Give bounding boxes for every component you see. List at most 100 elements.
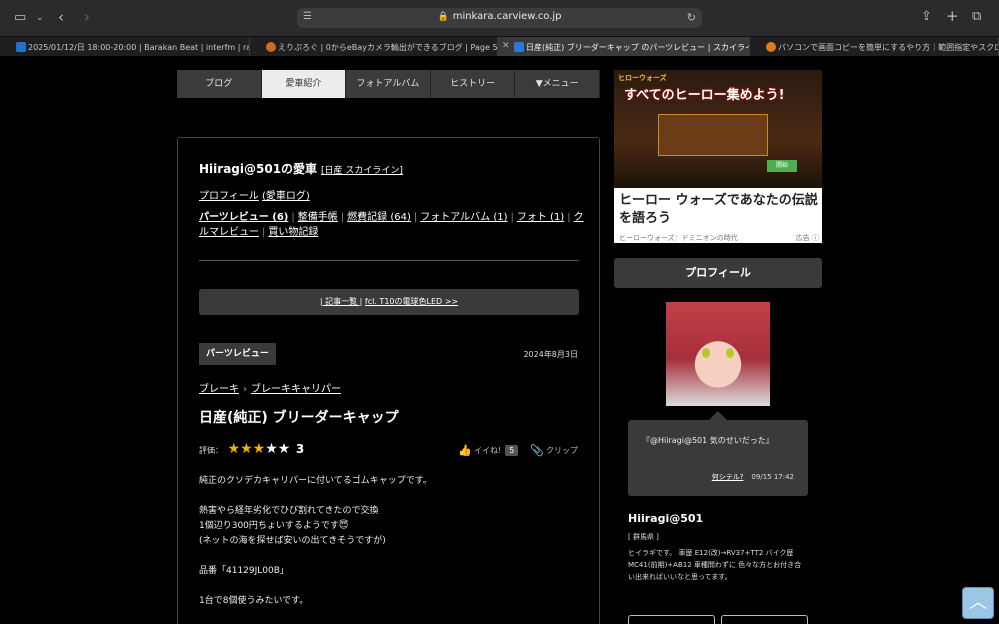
nav-photo-album[interactable]: フォトアルバム — [346, 70, 431, 98]
chevron-up-icon: ︿ — [969, 592, 987, 613]
user-bio: ヒイラギです。 車歴 E12(改)→RV37+TT2 バイク歴 MC41(前期)… — [628, 549, 802, 581]
status-bubble: 『@Hiiragi@501 気のせいだった』 何シテル? 09/15 17:42 — [628, 420, 808, 496]
rating-score: 3 — [295, 442, 305, 456]
favicon-icon — [514, 42, 524, 52]
sub-links: パーツレビュー (6) | 整備手帳 | 燃費記録 (64) | フォトアルバム (1) | フ… — [199, 212, 584, 238]
article-list-link[interactable]: | 記事一覧 | — [320, 297, 362, 306]
user-name[interactable]: Hiiragi@501 — [628, 512, 703, 525]
star-empty-icon: ★ — [265, 441, 278, 457]
article-date: 2024年8月3日 — [523, 350, 578, 359]
photo-album-link[interactable]: フォトアルバム (1) — [420, 212, 507, 223]
new-tab-icon[interactable]: + — [946, 9, 959, 24]
rating-label: 評価： — [199, 446, 223, 455]
ad-title[interactable]: ヒーロー ウォーズであなたの伝説を語ろう — [619, 192, 819, 228]
reload-icon[interactable]: ↻ — [687, 11, 696, 24]
fuel-log-link[interactable]: 燃費記録 (64) — [347, 212, 411, 223]
sidebar-toggle-icon[interactable]: ▭ — [14, 11, 26, 25]
like-count: 5 — [505, 445, 519, 456]
breadcrumb: ブレーキ › ブレーキキャリパー — [199, 380, 341, 395]
nav-menu[interactable]: ▼メニュー — [515, 70, 600, 98]
address-bar[interactable]: ☰ 🔒 minkara.carview.co.jp ↻ — [297, 8, 702, 28]
back-icon[interactable]: ‹ — [58, 10, 64, 25]
tab-label: 2025/01/12/日 18:00-20:00 | Barakan Beat … — [28, 43, 250, 52]
avatar-eye — [702, 348, 710, 358]
tab-overview-icon[interactable]: ⧉ — [972, 10, 981, 24]
status-text: 『@Hiiragi@501 気のせいだった』 — [642, 436, 774, 445]
avatar[interactable] — [666, 302, 770, 406]
site-nav: ブログ 愛車紹介 フォトアルバム ヒストリー ▼メニュー — [177, 70, 600, 98]
tab-minkara[interactable]: ✕ 日産(純正) ブリーダーキャップ のパーツレビュー | スカイライン(Hi.… — [498, 37, 750, 57]
body-line: 熱害やら経年劣化でひび割れてきたので交換 — [199, 506, 379, 516]
star-filled-icon: ★ — [240, 441, 253, 457]
breadcrumb-caliper[interactable]: ブレーキキャリパー — [251, 384, 341, 395]
follow-button[interactable] — [628, 615, 715, 624]
star-filled-icon: ★ — [252, 441, 266, 457]
profile-link[interactable]: プロフィール — [199, 191, 259, 202]
star-filled-icon: ★ — [227, 441, 241, 457]
favicon-icon — [16, 42, 26, 52]
ad-label[interactable]: 広告 ⓘ — [796, 233, 819, 243]
close-icon[interactable]: ✕ — [502, 41, 510, 51]
main-content: Hiiragi@501の愛車 [日産 スカイライン] プロフィール (愛車ログ) … — [177, 137, 600, 624]
body-line — [199, 579, 584, 594]
body-line: 1台で8個使うみたいです。 — [199, 596, 309, 606]
like-icon[interactable]: 👍 — [458, 444, 472, 457]
body-line: (ネットの海を探せば安いの出てきそうですが) — [199, 536, 386, 546]
favicon-icon — [266, 42, 276, 52]
article-title: 日産(純正) ブリーダーキャップ — [199, 410, 399, 426]
article-actions: 👍 イイね! 5 📎 クリップ — [458, 444, 578, 457]
article-body: 純正のクソデカキャリパーに付いてるゴムキャップです。 熱害やら経年劣化でひび割れ… — [199, 474, 584, 609]
category-badge: パーツレビュー — [199, 343, 276, 365]
message-button[interactable] — [721, 615, 808, 624]
owner-title: Hiiragi@501の愛車 — [199, 162, 318, 176]
rating-stars: ★★★★★ — [228, 441, 291, 457]
tab-eriblog[interactable]: えりぷろぐ | 0からeBayカメラ輸出ができるブログ | Page 5 of … — [250, 37, 498, 57]
body-line — [199, 489, 584, 504]
status-meta: 何シテル? 09/15 17:42 — [712, 472, 794, 482]
shopping-log-link[interactable]: 買い物記録 — [268, 227, 318, 238]
body-line — [199, 549, 584, 564]
tab-screen-copy[interactable]: パソコンで画面コピーを簡単にするやり方｜範囲指定やスクロール... — [750, 37, 999, 57]
ad-game-board — [658, 114, 768, 156]
user-prefecture[interactable]: [ 群馬県 ] — [628, 532, 659, 542]
nav-car[interactable]: 愛車紹介 — [261, 70, 347, 98]
tab-radiko[interactable]: 2025/01/12/日 18:00-20:00 | Barakan Beat … — [0, 37, 250, 57]
parts-review-link[interactable]: パーツレビュー (6) — [199, 212, 288, 223]
photo-link[interactable]: フォト (1) — [517, 212, 564, 223]
chevron-down-icon[interactable]: ⌄ — [36, 11, 44, 25]
ad-headline: すべてのヒーロー集めよう! — [624, 88, 785, 103]
bubble-pointer — [709, 411, 727, 420]
next-article-link[interactable]: fcl. T10の電球色LED >> — [365, 297, 458, 306]
clip-icon[interactable]: 📎 — [530, 444, 544, 457]
status-time: 09/15 17:42 — [751, 473, 794, 481]
nav-history[interactable]: ヒストリー — [430, 70, 516, 98]
divider — [199, 260, 579, 261]
maintenance-link[interactable]: 整備手帳 — [298, 212, 338, 223]
body-line: 品番「41129JL00B」 — [199, 566, 289, 576]
profile-links: プロフィール (愛車ログ) — [199, 187, 310, 202]
share-icon[interactable]: ⇪ — [921, 10, 932, 24]
tab-bar: 2025/01/12/日 18:00-20:00 | Barakan Beat … — [0, 36, 999, 57]
ad-banner[interactable]: ヒローウォーズ すべてのヒーロー集めよう! 開始 ヒーロー ウォーズであなたの伝… — [614, 70, 822, 243]
favicon-icon — [766, 42, 776, 52]
status-link[interactable]: 何シテル? — [712, 473, 744, 481]
tab-label: えりぷろぐ | 0からeBayカメラ輸出ができるブログ | Page 5 of … — [278, 43, 498, 52]
ad-logo: ヒローウォーズ — [618, 74, 667, 82]
star-empty-icon: ★ — [277, 441, 291, 457]
tab-label: パソコンで画面コピーを簡単にするやり方｜範囲指定やスクロール... — [778, 43, 999, 52]
article-pager: | 記事一覧 | fcl. T10の電球色LED >> — [199, 289, 579, 315]
ad-source: ヒーローウォーズ：ドミニオンの時代 — [619, 234, 738, 242]
ad-image[interactable]: ヒローウォーズ すべてのヒーロー集めよう! 開始 — [614, 70, 822, 188]
web-page: ブログ 愛車紹介 フォトアルバム ヒストリー ▼メニュー Hiiragi@501… — [0, 56, 999, 624]
car-log-link[interactable]: (愛車ログ) — [262, 191, 310, 202]
clip-button[interactable]: クリップ — [546, 445, 578, 456]
forward-icon[interactable]: › — [84, 10, 90, 25]
like-button[interactable]: イイね! — [474, 445, 501, 456]
breadcrumb-brake[interactable]: ブレーキ — [199, 384, 239, 395]
nav-blog[interactable]: ブログ — [177, 70, 262, 98]
scroll-to-top-button[interactable]: ︿ — [962, 587, 994, 619]
ad-start-button[interactable]: 開始 — [767, 160, 797, 172]
body-line: 純正のクソデカキャリパーに付いてるゴムキャップです。 — [199, 476, 432, 486]
car-link[interactable]: [日産 スカイライン] — [321, 166, 403, 176]
browser-toolbar: ▭ ⌄ ‹ › ☰ 🔒 minkara.carview.co.jp ↻ ⇪ + ⧉ — [0, 0, 999, 36]
